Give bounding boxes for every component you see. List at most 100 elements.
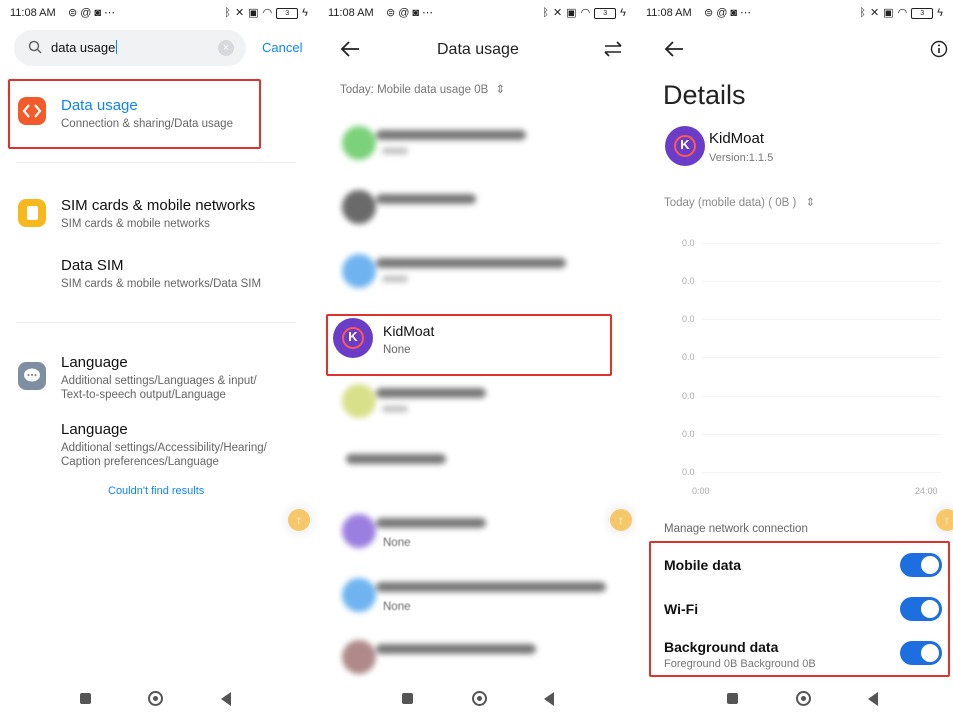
list-item[interactable] <box>338 122 538 166</box>
grid-line <box>702 357 941 358</box>
back-arrow-icon[interactable] <box>340 40 360 58</box>
result-subtitle: Connection & sharing/Data usage <box>61 118 233 130</box>
info-icon[interactable] <box>930 40 948 58</box>
filter-label: Today: Mobile data usage 0B <box>340 84 489 96</box>
bluetooth-icon: ᛒ <box>542 7 549 19</box>
period-label: Today (mobile data) ( 0B ) <box>664 197 797 209</box>
list-item[interactable] <box>338 636 538 680</box>
usage-placeholder <box>382 276 408 282</box>
status-bar: 11:08 AM ⊜ @ ◙ ⋯ ᛒ ✕ ▣ ◠ 3 ϟ <box>328 6 626 22</box>
bluetooth-icon: ᛒ <box>224 7 231 19</box>
mute-icon: ✕ <box>552 7 563 19</box>
app-name-placeholder <box>376 644 536 654</box>
notification-icon: ⊜ <box>704 7 714 19</box>
y-tick-label: 0.0 <box>682 352 695 362</box>
more-icon: ⋯ <box>740 7 752 19</box>
result-subtitle: SIM cards & mobile networks/Data SIM <box>61 278 262 290</box>
mute-icon: ✕ <box>234 7 245 19</box>
list-item[interactable] <box>338 250 568 294</box>
notification-icon: @ <box>716 7 728 19</box>
period-dropdown[interactable]: Today (mobile data) ( 0B ) ⇕ <box>664 195 815 209</box>
swap-icon[interactable] <box>603 40 623 58</box>
result-subtitle: Additional settings/Accessibility/Hearin… <box>61 442 267 454</box>
app-icon <box>342 514 376 548</box>
app-name-placeholder <box>376 388 486 398</box>
x-tick-label: 24:00 <box>915 486 938 496</box>
navigation-bar <box>0 688 318 710</box>
back-button[interactable] <box>544 692 554 706</box>
back-button[interactable] <box>221 692 231 706</box>
sim-card-icon <box>18 199 46 227</box>
list-item[interactable] <box>338 186 488 230</box>
language-icon <box>18 362 46 390</box>
grid-line <box>702 434 941 435</box>
usage-filter-dropdown[interactable]: Today: Mobile data usage 0B ⇕ <box>340 82 505 96</box>
app-icon <box>342 640 376 674</box>
wifi-icon: ◠ <box>897 7 908 19</box>
y-tick-label: 0.0 <box>682 467 695 477</box>
battery-icon: 3 <box>594 7 617 19</box>
mobile-data-toggle[interactable] <box>900 553 942 577</box>
app-name-placeholder <box>346 454 446 464</box>
kidmoat-k-glyph: K <box>348 329 358 344</box>
result-subtitle: SIM cards & mobile networks <box>61 218 210 230</box>
floating-assistant-button[interactable]: ↑ <box>288 509 310 531</box>
floating-assistant-button[interactable]: ↑ <box>936 509 953 531</box>
app-icon <box>342 254 376 288</box>
more-icon: ⋯ <box>422 7 434 19</box>
app-name: KidMoat <box>709 130 765 147</box>
app-name: KidMoat <box>383 323 435 339</box>
toggle-sublabel: Foreground 0B Background 0B <box>664 658 816 670</box>
system-icons: ᛒ ✕ ▣ ◠ 3 ϟ <box>224 6 308 20</box>
list-item[interactable] <box>338 510 498 554</box>
recents-button[interactable] <box>80 693 91 704</box>
recents-button[interactable] <box>727 693 738 704</box>
section-label: Manage network connection <box>664 523 808 535</box>
cancel-button[interactable]: Cancel <box>262 40 302 55</box>
floating-assistant-button[interactable]: ↑ <box>610 509 632 531</box>
y-tick-label: 0.0 <box>682 238 695 248</box>
home-button[interactable] <box>148 691 163 706</box>
clear-icon[interactable]: × <box>218 40 234 56</box>
not-found-link[interactable]: Couldn't find results <box>108 485 204 497</box>
back-arrow-icon[interactable] <box>664 40 684 58</box>
grid-line <box>702 319 941 320</box>
bluetooth-icon: ᛒ <box>859 7 866 19</box>
notification-icon: @ <box>80 7 92 19</box>
wifi-toggle[interactable] <box>900 597 942 621</box>
search-icon <box>28 40 42 54</box>
app-icon <box>342 578 376 612</box>
search-input[interactable]: data usage × <box>14 30 246 66</box>
home-button[interactable] <box>796 691 811 706</box>
search-query: data usage <box>51 40 118 55</box>
result-subtitle-line2: Text-to-speech output/Language <box>61 389 226 401</box>
sim-card-glyph <box>27 206 38 220</box>
page-title: Data usage <box>437 41 519 58</box>
recents-button[interactable] <box>402 693 413 704</box>
list-item[interactable] <box>338 380 498 424</box>
usage-none: None <box>383 601 411 613</box>
app-usage: None <box>383 344 411 356</box>
status-time: 11:08 AM <box>10 7 56 19</box>
toggle-knob <box>921 644 939 662</box>
list-item[interactable] <box>338 446 458 490</box>
background-data-toggle[interactable] <box>900 641 942 665</box>
sim-icon: ▣ <box>566 7 577 19</box>
toggle-knob <box>921 600 939 618</box>
result-title: Data SIM <box>61 257 124 274</box>
details-screen: 11:08 AM ⊜ @ ◙ ⋯ ᛒ ✕ ▣ ◠ 3 ϟ Details K K… <box>636 0 953 718</box>
app-name-placeholder <box>376 130 526 140</box>
app-icon <box>342 126 376 160</box>
arrow-up-icon: ↑ <box>618 513 624 527</box>
result-title: Data usage <box>61 97 138 114</box>
app-name-placeholder <box>376 194 476 204</box>
navigation-bar <box>318 688 636 710</box>
list-item[interactable] <box>338 574 618 618</box>
more-icon: ⋯ <box>104 7 116 19</box>
home-button[interactable] <box>472 691 487 706</box>
notification-icons: ⊜ @ ◙ ⋯ <box>386 6 433 20</box>
sim-icon: ▣ <box>248 7 259 19</box>
text-caret <box>116 40 118 54</box>
data-usage-glyph <box>22 104 42 118</box>
back-button[interactable] <box>868 692 878 706</box>
